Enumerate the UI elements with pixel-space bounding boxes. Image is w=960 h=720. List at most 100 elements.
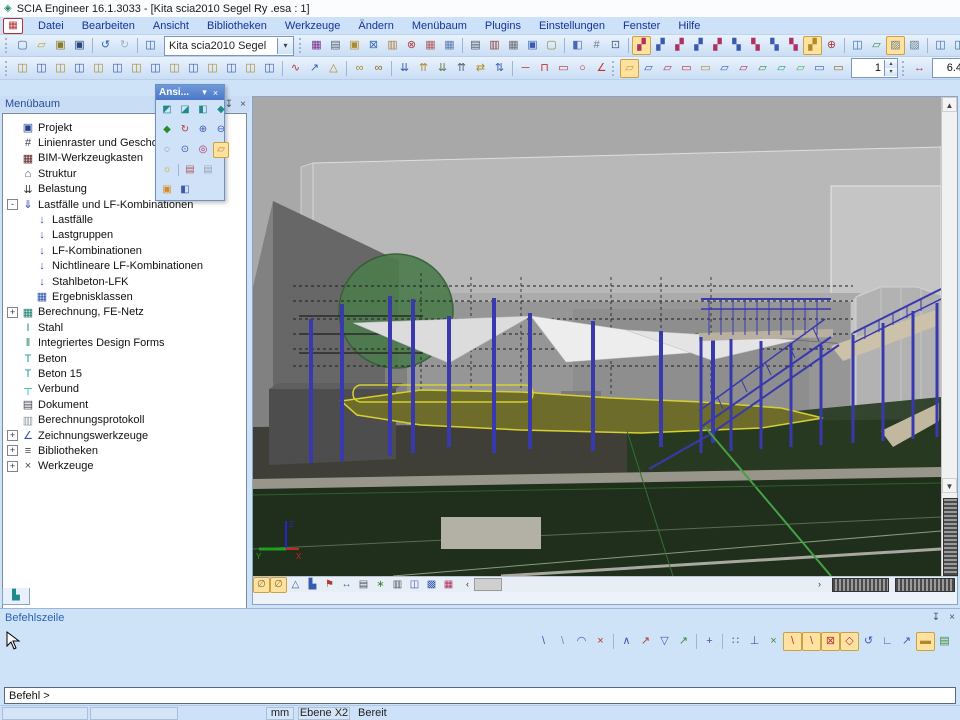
vertical-scrollbar[interactable]: ▲ ▼ [941, 97, 957, 576]
region-edit-icon[interactable]: △ [324, 59, 343, 78]
curve-split-icon[interactable]: ∞ [369, 59, 388, 78]
expand-icon[interactable]: + [7, 445, 18, 456]
view-zoom-icon[interactable]: ◧ [568, 36, 587, 55]
vertical-stripe-bar[interactable] [943, 498, 958, 576]
layers-icon[interactable]: ▤ [326, 36, 345, 55]
table-input-icon[interactable]: ▦ [421, 36, 440, 55]
rotate-icon[interactable]: ◫ [70, 59, 89, 78]
select-members-icon[interactable]: ▞ [651, 36, 670, 55]
wireframe-toggle-icon[interactable]: ▨ [886, 36, 905, 55]
stretch-icon[interactable]: ◫ [108, 59, 127, 78]
tree-item-lf-kombinationen[interactable]: ↓LF-Kombinationen [3, 243, 246, 258]
scroll-down-icon[interactable]: ▼ [942, 478, 957, 493]
snap-tangent-icon[interactable]: ↺ [859, 632, 878, 651]
scale-icon[interactable]: ◫ [203, 59, 222, 78]
activity-6-icon[interactable]: ▱ [734, 59, 753, 78]
horizontal-scroll-thumb[interactable] [474, 578, 502, 591]
menu-item--ndern[interactable]: Ändern [349, 18, 402, 34]
activity-11-icon[interactable]: ▭ [829, 59, 848, 78]
tree-item-stahlbeton-lfk[interactable]: ↓Stahlbeton-LFK [3, 274, 246, 289]
save-project-icon[interactable]: ▣ [70, 36, 89, 55]
select-dimensions-icon[interactable]: ▚ [784, 36, 803, 55]
ucs-move-icon[interactable]: ⇄ [471, 59, 490, 78]
menu-item-einstellungen[interactable]: Einstellungen [530, 18, 614, 34]
draw-line-icon[interactable]: ─ [516, 59, 535, 78]
results-diagram-icon[interactable]: ▙ [304, 577, 321, 593]
legend-book-icon[interactable]: ▥ [389, 577, 406, 593]
mirror-icon[interactable]: ◫ [89, 59, 108, 78]
snap-face-icon[interactable]: ▽ [655, 632, 674, 651]
view-clipboard-icon[interactable]: ▱ [213, 142, 229, 158]
snap-settings-icon[interactable]: ▤ [935, 632, 954, 651]
labels-flag-icon[interactable]: ⚑ [321, 577, 338, 593]
extend-icon[interactable]: ◫ [146, 59, 165, 78]
menu-item-ansicht[interactable]: Ansicht [144, 18, 198, 34]
tree-item-berechnung-fe-netz[interactable]: +▦Berechnung, FE-Netz [3, 305, 246, 320]
multi-copy-icon[interactable]: ◫ [32, 59, 51, 78]
table-results-icon[interactable]: ▦ [440, 36, 459, 55]
select-hinges-icon[interactable]: ▚ [765, 36, 784, 55]
window-tile-icon[interactable]: ◫ [950, 36, 960, 55]
axes-toggle-icon[interactable]: ∗ [372, 577, 389, 593]
bezier-icon[interactable]: ∿ [286, 59, 305, 78]
status-plane[interactable]: Ebene X2 [298, 707, 350, 720]
project-settings-icon[interactable]: ▣ [345, 36, 364, 55]
command-input[interactable]: Befehl > [4, 687, 956, 704]
tree-item-verbund[interactable]: ┬Verbund [3, 382, 246, 397]
snap-macro-icon[interactable]: × [764, 632, 783, 651]
trim-icon[interactable]: ◫ [127, 59, 146, 78]
polyline-edit-icon[interactable]: ↗ [305, 59, 324, 78]
snap-midpoint-icon[interactable]: \ [783, 632, 802, 651]
tree-item-lastgruppen[interactable]: ↓Lastgruppen [3, 228, 246, 243]
draw-open-rect-icon[interactable]: ⊓ [535, 59, 554, 78]
snap-line-icon[interactable]: \ [534, 632, 553, 651]
rotate-view-icon[interactable]: ↻ [177, 122, 193, 138]
draw-rectangle-icon[interactable]: ▭ [554, 59, 573, 78]
undo-icon[interactable]: ↺ [96, 36, 115, 55]
snap-intersection-icon[interactable]: ⊠ [821, 632, 840, 651]
snap-edge-icon[interactable]: ↗ [636, 632, 655, 651]
move-to-layer-icon[interactable]: ⇊ [395, 59, 414, 78]
snap-dot-grid-icon[interactable]: ∷ [726, 632, 745, 651]
ucs-rotate-icon[interactable]: ⇅ [490, 59, 509, 78]
pan-mode-icon[interactable]: ↔ [338, 577, 355, 593]
tree-item-nichtlineare-lf-kombinationen[interactable]: ↓Nichtlineare LF-Kombinationen [3, 259, 246, 274]
scroll-left-icon[interactable]: ‹ [461, 578, 474, 591]
tree-item-werkzeuge[interactable]: +×Werkzeuge [3, 459, 246, 474]
draw-angle-icon[interactable]: ∠ [592, 59, 611, 78]
snap-curve-icon[interactable]: ↗ [674, 632, 693, 651]
palette-header[interactable]: Ansi... ▾ × [156, 85, 224, 100]
zoom-window-icon[interactable]: ◌ [159, 142, 175, 158]
select-walls-icon[interactable]: ▞ [689, 36, 708, 55]
select-nodes-icon[interactable]: ▞ [632, 36, 651, 55]
new-file-icon[interactable]: ▢ [13, 36, 32, 55]
expand-icon[interactable]: + [7, 307, 18, 318]
mesh-grid-icon[interactable]: ▦ [440, 577, 457, 593]
snap-orthogonal-points-icon[interactable]: ◇ [840, 632, 859, 651]
xml-io-icon[interactable]: ⊠ [364, 36, 383, 55]
axonometry-icon[interactable]: ◆ [159, 122, 175, 138]
print-view-icon[interactable]: ▤ [355, 577, 372, 593]
named-views-icon[interactable]: ◫ [406, 577, 423, 593]
window-cascade-icon[interactable]: ◫ [931, 36, 950, 55]
tree-item-dokument[interactable]: ▤Dokument [3, 397, 246, 412]
pin-icon[interactable]: ↧ [928, 612, 944, 623]
zoom-all-icon[interactable]: ⊙ [177, 142, 193, 158]
curve-join-icon[interactable]: ∞ [350, 59, 369, 78]
level-up-icon[interactable]: ⇈ [452, 59, 471, 78]
scroll-up-icon[interactable]: ▲ [942, 97, 957, 112]
align-icon[interactable]: ◫ [260, 59, 279, 78]
activity-workgroup-icon[interactable]: ▱ [620, 59, 639, 78]
export-image-icon[interactable]: ▢ [542, 36, 561, 55]
level-down-icon[interactable]: ⇊ [433, 59, 452, 78]
tree-item-stahl[interactable]: IStahl [3, 320, 246, 335]
calculator-icon[interactable]: ▦ [504, 36, 523, 55]
activity-1-icon[interactable]: ▱ [639, 59, 658, 78]
view-x-icon[interactable]: ◩ [159, 102, 175, 118]
tree-item-beton[interactable]: TBeton [3, 351, 246, 366]
centre-model-icon[interactable]: ⊕ [822, 36, 841, 55]
solid-mode-icon[interactable]: ◧ [177, 182, 193, 198]
activity-7-icon[interactable]: ▱ [753, 59, 772, 78]
chevron-down-icon[interactable]: ▾ [277, 38, 293, 54]
camera-saved-icon[interactable]: ▤ [200, 162, 216, 178]
